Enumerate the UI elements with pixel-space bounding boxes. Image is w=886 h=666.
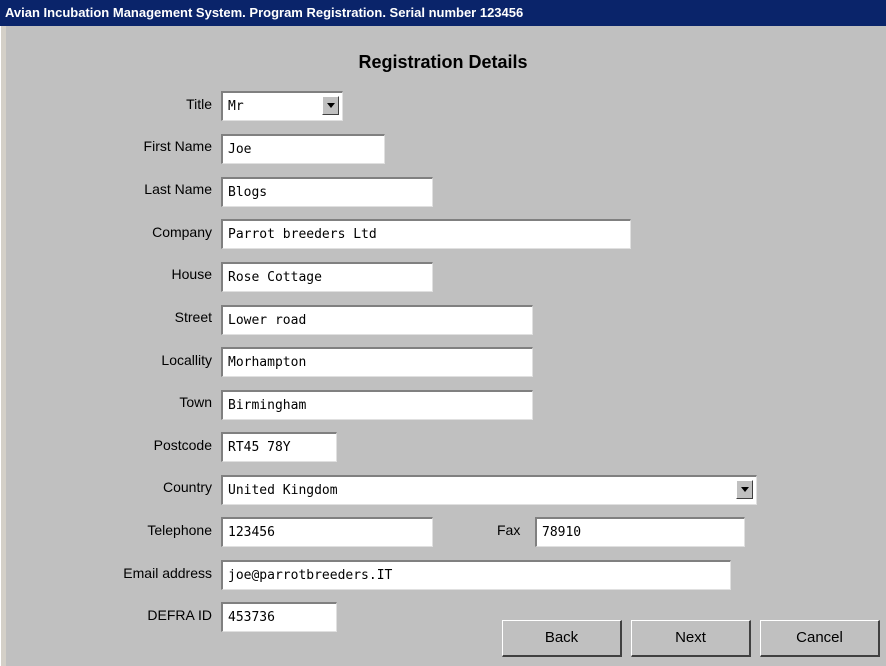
title-select-value: Mr xyxy=(228,99,244,114)
fax-label: Fax xyxy=(497,522,521,538)
cancel-button[interactable]: Cancel xyxy=(760,620,880,657)
postcode-label: Postcode xyxy=(153,437,212,453)
town-label: Town xyxy=(179,394,212,410)
telephone-label: Telephone xyxy=(147,522,212,538)
street-label: Street xyxy=(174,309,212,325)
country-select-value: United Kingdom xyxy=(228,483,338,498)
country-dropdown-button[interactable] xyxy=(736,480,753,499)
town-field[interactable]: Birmingham xyxy=(221,390,533,420)
company-field[interactable]: Parrot breeders Ltd xyxy=(221,219,631,249)
title-dropdown-button[interactable] xyxy=(322,96,339,115)
country-label: Country xyxy=(162,479,212,495)
title-label: Title xyxy=(186,96,212,112)
defra-id-field[interactable]: 453736 xyxy=(221,602,337,632)
defra-id-label: DEFRA ID xyxy=(147,607,212,623)
window-left-border xyxy=(0,26,6,666)
registration-window: Avian Incubation Management System. Prog… xyxy=(0,0,886,666)
window-title-bar: Avian Incubation Management System. Prog… xyxy=(0,0,886,26)
last-name-field[interactable]: Blogs xyxy=(221,177,433,207)
email-field[interactable]: joe@parrotbreeders.IT xyxy=(221,560,731,590)
house-label: House xyxy=(171,266,212,282)
window-title: Avian Incubation Management System. Prog… xyxy=(5,5,524,20)
postcode-field[interactable]: RT45 78Y xyxy=(221,432,337,462)
next-button[interactable]: Next xyxy=(631,620,751,657)
locality-field[interactable]: Morhampton xyxy=(221,347,533,377)
back-button[interactable]: Back xyxy=(502,620,622,657)
telephone-field[interactable]: 123456 xyxy=(221,517,433,547)
first-name-label: First Name xyxy=(143,138,212,154)
last-name-label: Last Name xyxy=(144,181,212,197)
country-select[interactable]: United Kingdom xyxy=(221,475,757,505)
locality-label: Locallity xyxy=(161,352,212,368)
first-name-field[interactable]: Joe xyxy=(221,134,385,164)
form-heading: Registration Details xyxy=(358,52,528,72)
title-select[interactable]: Mr xyxy=(221,91,343,121)
fax-field[interactable]: 78910 xyxy=(535,517,745,547)
company-label: Company xyxy=(152,224,212,240)
street-field[interactable]: Lower road xyxy=(221,305,533,335)
email-label: Email address xyxy=(123,565,212,581)
house-field[interactable]: Rose Cottage xyxy=(221,262,433,292)
